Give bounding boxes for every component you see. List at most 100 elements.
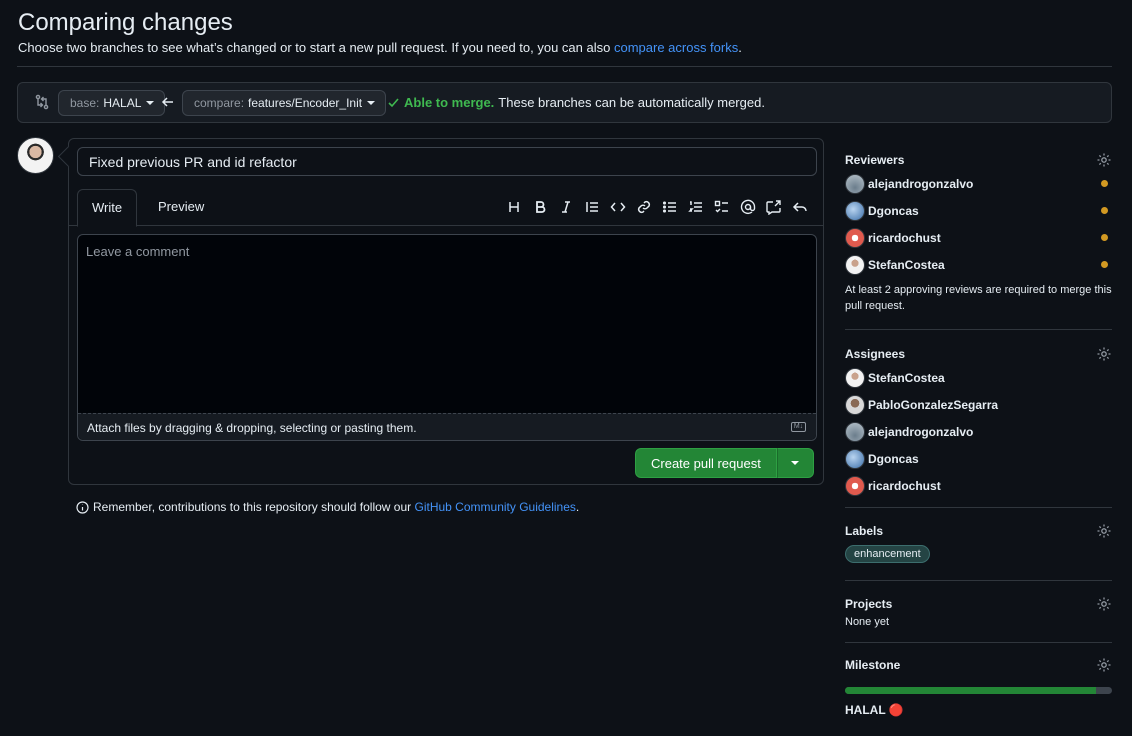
comment-textarea[interactable] (78, 235, 816, 413)
assignee-item[interactable]: ricardochust (845, 472, 1112, 499)
milestone-name[interactable]: HALAL 🔴 (845, 700, 1112, 720)
tab-preview[interactable]: Preview (144, 189, 218, 226)
compare-bar: base: HALAL compare: features/Encoder_In… (17, 82, 1112, 123)
assignees-section: Assignees StefanCostea PabloGonzalezSega… (845, 330, 1112, 508)
base-branch-select[interactable]: base: HALAL (58, 90, 166, 116)
reviewer-item[interactable]: Dgoncas (845, 197, 1112, 224)
merge-status: Able to merge. These branches can be aut… (387, 95, 765, 110)
compare-prefix: compare: (194, 96, 245, 110)
assignee-name: alejandrogonzalvo (868, 424, 974, 439)
create-options-dropdown[interactable] (776, 448, 814, 478)
avatar (845, 448, 865, 469)
merge-message: These branches can be automatically merg… (498, 95, 765, 110)
gear-icon[interactable] (1096, 152, 1112, 168)
avatar (845, 421, 865, 442)
milestone-section: Milestone HALAL 🔴 (845, 643, 1112, 720)
assignee-name: PabloGonzalezSegarra (868, 397, 999, 412)
milestone-heading: Milestone (845, 658, 901, 672)
title-divider (17, 66, 1112, 67)
create-pull-request-group: Create pull request (635, 448, 814, 478)
tab-write[interactable]: Write (77, 189, 138, 227)
cross-reference-icon[interactable] (761, 199, 787, 215)
reviewer-name: Dgoncas (868, 203, 919, 218)
chevron-down-icon (146, 101, 155, 105)
reminder-text: Remember, contributions to this reposito… (93, 500, 412, 514)
labels-section: Labels enhancement (845, 508, 1112, 581)
heading-icon[interactable] (501, 199, 527, 215)
tasklist-icon[interactable] (709, 199, 735, 215)
comment-editor: Attach files by dragging & dropping, sel… (77, 234, 817, 441)
info-icon (76, 500, 89, 514)
reviewers-note: At least 2 approving reviews are require… (845, 284, 1112, 312)
reviewer-item[interactable]: alejandrogonzalvo (845, 170, 1112, 197)
quote-icon[interactable] (579, 199, 605, 215)
reviewer-item[interactable]: StefanCostea (845, 251, 1112, 278)
reviewers-heading: Reviewers (845, 153, 905, 167)
ordered-list-icon[interactable] (683, 199, 709, 215)
reviewer-name: StefanCostea (868, 257, 945, 272)
avatar (845, 367, 865, 388)
avatar (17, 137, 54, 174)
milestone-progress-fill (845, 687, 1096, 694)
page-title: Comparing changes (18, 9, 233, 36)
reviewer-name: ricardochust (868, 230, 941, 245)
avatar (845, 200, 865, 221)
bold-icon[interactable] (527, 199, 553, 215)
gear-icon[interactable] (1096, 346, 1112, 362)
gear-icon[interactable] (1096, 657, 1112, 673)
subtitle-text: Choose two branches to see what’s change… (18, 40, 614, 55)
pull-request-form: Write Preview Attach files by dragging &… (68, 138, 824, 485)
gear-icon[interactable] (1096, 523, 1112, 539)
reminder-end: . (575, 500, 580, 514)
pending-review-dot (1101, 180, 1108, 187)
reply-icon[interactable] (787, 199, 813, 215)
unordered-list-icon[interactable] (657, 199, 683, 215)
compare-across-forks-link[interactable]: compare across forks (614, 40, 738, 55)
subtitle-end: . (738, 40, 742, 55)
attach-files-bar[interactable]: Attach files by dragging & dropping, sel… (78, 413, 816, 440)
community-guidelines-link[interactable]: GitHub Community Guidelines (415, 500, 576, 514)
gear-icon[interactable] (1096, 596, 1112, 612)
chevron-down-icon (367, 101, 376, 105)
assignee-item[interactable]: PabloGonzalezSegarra (845, 391, 1112, 418)
avatar (845, 394, 865, 415)
avatar (845, 475, 865, 496)
code-icon[interactable] (605, 199, 631, 215)
title-input[interactable] (77, 147, 817, 176)
assignees-heading: Assignees (845, 347, 906, 361)
link-icon[interactable] (631, 199, 657, 215)
mention-icon[interactable] (735, 199, 761, 215)
attach-files-text: Attach files by dragging & dropping, sel… (87, 421, 417, 435)
chevron-down-icon (791, 461, 800, 465)
base-branch-name: HALAL (103, 96, 142, 110)
base-prefix: base: (70, 96, 100, 110)
reviewer-item[interactable]: ricardochust (845, 224, 1112, 251)
reviewer-name: alejandrogonzalvo (868, 176, 974, 191)
assignee-name: Dgoncas (868, 451, 919, 466)
avatar (845, 254, 865, 275)
assignee-item[interactable]: Dgoncas (845, 445, 1112, 472)
milestone-progress (845, 687, 1112, 694)
projects-value: None yet (845, 616, 890, 628)
italic-icon[interactable] (553, 199, 579, 215)
projects-heading: Projects (845, 597, 893, 611)
page-subtitle: Choose two branches to see what’s change… (18, 40, 742, 55)
reviewers-section: Reviewers alejandrogonzalvo Dgoncas rica… (845, 150, 1112, 330)
git-compare-icon (35, 94, 49, 110)
avatar (845, 227, 865, 248)
labels-heading: Labels (845, 524, 884, 538)
pending-review-dot (1101, 234, 1108, 241)
pending-review-dot (1101, 261, 1108, 268)
markdown-icon: M↓ (791, 422, 806, 432)
create-pull-request-button[interactable]: Create pull request (635, 448, 777, 478)
assignee-name: StefanCostea (868, 370, 945, 385)
merge-ok-text: Able to merge. (404, 95, 495, 110)
label-enhancement[interactable]: enhancement (845, 545, 930, 563)
compare-branch-select[interactable]: compare: features/Encoder_Init (182, 90, 387, 116)
pending-review-dot (1101, 207, 1108, 214)
assignee-name: ricardochust (868, 478, 941, 493)
check-icon (388, 98, 399, 108)
assignee-item[interactable]: alejandrogonzalvo (845, 418, 1112, 445)
assignee-item[interactable]: StefanCostea (845, 364, 1112, 391)
projects-section: Projects None yet (845, 581, 1112, 643)
